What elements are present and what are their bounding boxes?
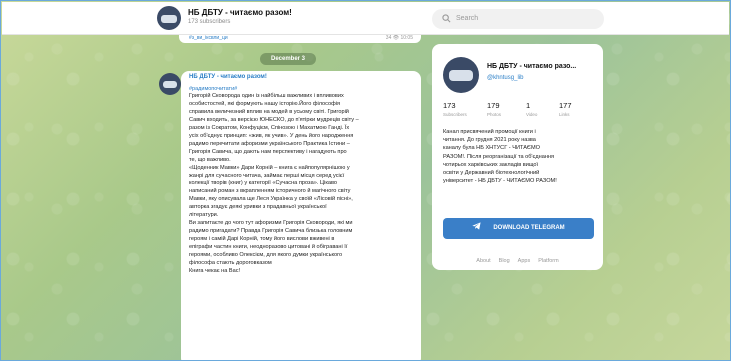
- chat-header: НБ ДБТУ - читаємо разом! 173 subscribers…: [2, 2, 729, 35]
- stat-label: Video: [526, 112, 538, 117]
- footer-link-about[interactable]: About: [476, 258, 490, 264]
- message-line: «Щоденник Мавки» Дари Корній – книга є н…: [189, 164, 350, 171]
- message-line: радимо перечитати афоризми українського …: [189, 140, 350, 147]
- message-line: Книга чекає на Вас!: [189, 267, 241, 274]
- previous-message-meta: 34 👁 10:05: [385, 35, 413, 41]
- description-line: читання. До грудня 2021 року назва: [443, 137, 536, 144]
- message-bubble: НБ ДБТУ - читаємо разом! #радимопочитати…: [181, 71, 421, 360]
- message-line: Григорій Сковорода один із найбільш важл…: [189, 93, 344, 99]
- stat-label: Photos: [487, 112, 502, 117]
- stat-links: 177 Links: [559, 101, 572, 117]
- download-telegram-button[interactable]: DOWNLOAD TELEGRAM: [443, 218, 594, 239]
- message-avatar[interactable]: [159, 73, 181, 95]
- message-line: Савич входить, за версією ЮНЕСКО, до п'я…: [189, 116, 359, 123]
- description-line: університет - НБ ДБТУ - ЧИТАЄМО РАЗОМ!: [443, 178, 557, 185]
- message-line: особистостей, які формують нашу історію.…: [189, 100, 340, 107]
- message-line: усіх об'єднує принцип: «жив, як учив». У…: [189, 132, 354, 139]
- message-line: те, що важливо.: [189, 156, 231, 163]
- channel-title[interactable]: НБ ДБТУ - читаємо разом!: [188, 8, 292, 17]
- search-input[interactable]: Search: [432, 9, 604, 29]
- previous-message-link[interactable]: #з_ви_іксвли_ци: [189, 35, 228, 41]
- channel-description: Канал присвячений промоції книги і читанн…: [443, 128, 597, 185]
- footer-link-apps[interactable]: Apps: [518, 258, 531, 264]
- date-badge: December 3: [260, 53, 316, 65]
- message-line: радимо пригадати? Правда Григорія Савича…: [189, 228, 353, 235]
- message-line: літератури.: [189, 212, 219, 219]
- channel-avatar[interactable]: [157, 6, 181, 30]
- message-line: героям і самій Дарі Корній, тому його ви…: [189, 236, 335, 243]
- telegram-web-window: НБ ДБТУ - читаємо разом! 173 subscribers…: [0, 0, 731, 361]
- telegram-plane-icon: [472, 222, 481, 230]
- channel-info-card: НБ ДБТУ - читаємо разо... @khntusg_lib 1…: [432, 44, 603, 270]
- description-line: чотирьох харківських закладів вищої: [443, 161, 539, 168]
- message-author[interactable]: НБ ДБТУ - читаємо разом!: [189, 74, 413, 80]
- card-avatar: [443, 57, 479, 93]
- card-channel-name: НБ ДБТУ - читаємо разо...: [487, 63, 577, 70]
- message-line: разом із Сократом, Конфуцієм, Спінозою і…: [189, 124, 350, 131]
- message-line: епіграфи частин книги, неодноразово цито…: [189, 244, 348, 251]
- description-line: каналу була НБ ХНТУСГ - ЧИТАЄМО: [443, 145, 540, 152]
- message-line: Григорія Савича, що дають нам перспектив…: [189, 148, 347, 155]
- footer-links: About Blog Apps Platform: [432, 249, 603, 267]
- channel-stats: 173 Subscribers 179 Photos 1 Video 177 L…: [443, 101, 593, 121]
- search-placeholder: Search: [456, 15, 479, 22]
- message-line: жанрі для сучасного читача, займає перші…: [189, 172, 345, 179]
- description-line: РАЗОМ!. Після реорганізації та об'єднанн…: [443, 153, 555, 160]
- subscriber-count: 173 subscribers: [188, 19, 231, 25]
- stat-value: 177: [559, 101, 572, 110]
- message-line: авторка згадує деякі уривки з прадавньої…: [189, 204, 327, 211]
- description-line: освіти у Державний біотехнологічний: [443, 170, 540, 177]
- message-hashtag[interactable]: #радимопочитати#: [189, 86, 413, 92]
- message-line: справила величезний вплив на модей в усь…: [189, 108, 349, 115]
- footer-link-platform[interactable]: Platform: [538, 258, 558, 264]
- previous-message: #з_ви_іксвли_ци 34 👁 10:05: [179, 35, 421, 43]
- message-line: Ви запитаєте до чого тут афоризми Григор…: [189, 220, 353, 227]
- stat-value: 1: [526, 101, 531, 110]
- message-line: героями, особливо Олексієм, для якого ду…: [189, 252, 343, 259]
- stat-photos: 179 Photos: [487, 101, 501, 117]
- message-line: філософа стають дороговказом: [189, 260, 272, 267]
- description-line: Канал присвячений промоції книги і: [443, 129, 536, 135]
- stat-subscribers: 173 Subscribers: [443, 101, 467, 117]
- message-line: Мавки, яку описувала ще Леся Українка у …: [189, 196, 353, 203]
- footer-link-blog[interactable]: Blog: [499, 258, 510, 264]
- stat-label: Links: [559, 112, 570, 117]
- stat-video: 1 Video: [526, 101, 537, 117]
- download-telegram-label: DOWNLOAD TELEGRAM: [493, 225, 565, 231]
- stat-value: 179: [487, 101, 500, 110]
- card-channel-handle[interactable]: @khntusg_lib: [487, 75, 523, 81]
- stat-label: Subscribers: [443, 112, 467, 117]
- search-icon: [442, 14, 451, 23]
- stat-value: 173: [443, 101, 456, 110]
- message-text: Григорій Сковорода один із найбільш важл…: [189, 93, 413, 276]
